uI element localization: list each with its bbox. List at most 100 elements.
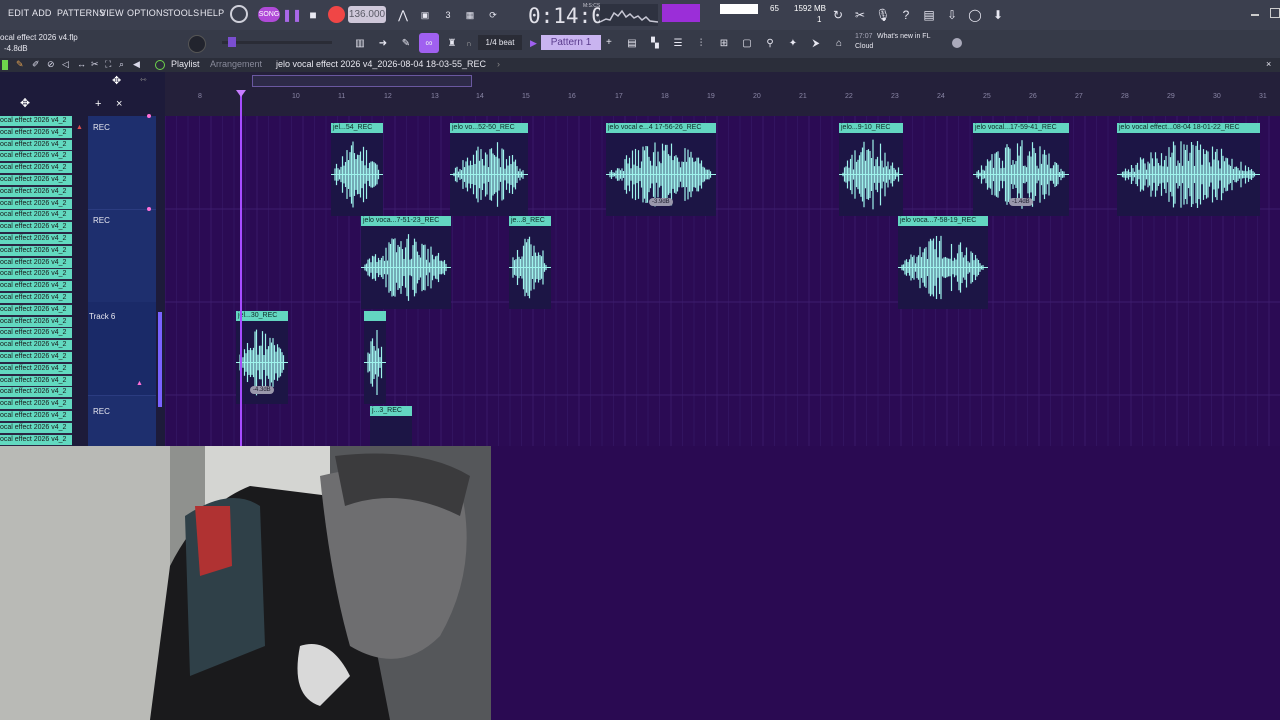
snap-select[interactable]: 1/4 beat bbox=[478, 35, 522, 50]
audio-clip-label[interactable]: jelo...9-10_REC bbox=[839, 123, 903, 133]
keyboard-icon[interactable]: ▥ bbox=[350, 33, 370, 53]
paint-tool-icon[interactable]: ✐ bbox=[32, 59, 40, 70]
audio-clip-label[interactable]: j...3_REC bbox=[370, 406, 412, 416]
channel-item[interactable]: ocal effect 2026 v4_2 bbox=[0, 328, 72, 340]
news-arrow-icon[interactable] bbox=[952, 38, 962, 48]
stamp-icon[interactable]: ♜ bbox=[442, 33, 462, 53]
channel-item[interactable]: ocal effect 2026 v4_2 bbox=[0, 281, 72, 293]
menu-help[interactable]: HELP bbox=[200, 8, 224, 18]
clip-gain-badge[interactable]: -4.3dB bbox=[250, 386, 274, 394]
add-track-icon[interactable]: + bbox=[95, 98, 101, 110]
playlist-chevron-icon[interactable]: › bbox=[497, 59, 500, 69]
mixer-icon[interactable]: ⫶ bbox=[691, 33, 711, 53]
audio-clip-label[interactable]: jelo vocal...17-59-41_REC bbox=[973, 123, 1069, 133]
track-header[interactable]: REC bbox=[88, 207, 156, 303]
channel-item[interactable]: ocal effect 2026 v4_2 bbox=[0, 151, 72, 163]
download-icon[interactable]: ⬇ bbox=[988, 5, 1008, 25]
scroll-arrows-icon[interactable]: ✥ bbox=[112, 74, 121, 87]
clip-gain-badge[interactable]: -3.9dB bbox=[649, 198, 673, 206]
slice-tool-icon[interactable]: ✂ bbox=[91, 59, 99, 70]
audio-clip[interactable]: jel...54_REC bbox=[331, 123, 383, 216]
record-icon[interactable] bbox=[328, 6, 345, 23]
pattern-select[interactable]: Pattern 1 bbox=[541, 35, 601, 50]
audio-clip-label[interactable]: jel...30_REC bbox=[236, 311, 288, 321]
audio-clip[interactable]: jelo vocal e...4 17-56-26_REC -3.9dB bbox=[606, 123, 716, 216]
maximize-icon[interactable] bbox=[1270, 8, 1280, 18]
channel-item[interactable]: ocal effect 2026 v4_2 bbox=[0, 422, 72, 434]
main-volume-knob[interactable] bbox=[188, 35, 206, 53]
audio-clip-label[interactable]: je...8_REC bbox=[509, 216, 551, 226]
microphone-icon[interactable]: 🎙 bbox=[873, 5, 893, 25]
channel-item[interactable]: ocal effect 2026 v4_2 bbox=[0, 399, 72, 411]
menu-tools[interactable]: TOOLS bbox=[168, 8, 199, 18]
minimize-icon[interactable] bbox=[1251, 14, 1259, 16]
pause-icon[interactable]: ❚❚ bbox=[282, 5, 302, 25]
export-icon[interactable]: ⇩ bbox=[942, 5, 962, 25]
channel-item[interactable]: ocal effect 2026 v4_2 bbox=[0, 222, 72, 234]
channel-item[interactable]: ocal effect 2026 v4_2 bbox=[0, 186, 72, 198]
magnet-icon[interactable]: ∩ bbox=[466, 39, 472, 48]
track-header[interactable]: Track 6 ▲ bbox=[88, 302, 162, 407]
arrow-icon[interactable]: ➜ bbox=[373, 33, 393, 53]
browser-icon[interactable]: ⊞ bbox=[714, 33, 734, 53]
playback-tool-icon[interactable]: ◀ bbox=[133, 59, 140, 70]
menu-add[interactable]: ADD bbox=[32, 8, 52, 18]
track-header[interactable]: REC bbox=[88, 114, 156, 210]
audio-clip[interactable] bbox=[364, 311, 386, 404]
link-icon[interactable]: ∞ bbox=[419, 33, 439, 53]
wait-record-icon[interactable]: ▣ bbox=[415, 5, 435, 25]
scissors-icon[interactable]: ✂ bbox=[850, 5, 870, 25]
audio-clip[interactable]: jelo vocal effect...08-04 18-01-22_REC bbox=[1117, 123, 1260, 216]
channel-item[interactable]: ocal effect 2026 v4_2 bbox=[0, 293, 72, 304]
channel-item[interactable]: ocal effect 2026 v4_2 bbox=[0, 304, 72, 316]
audio-clip[interactable]: jel...30_REC -4.3dB bbox=[236, 311, 288, 404]
channel-item[interactable]: ocal effect 2026 v4_2 bbox=[0, 245, 72, 257]
channel-item[interactable]: ocal effect 2026 v4_2 bbox=[0, 363, 72, 375]
audio-clip[interactable]: jelo voca...7-51-23_REC bbox=[361, 216, 451, 309]
slip-tool-icon[interactable]: ↔ bbox=[77, 59, 86, 69]
channel-item[interactable]: ocal effect 2026 v4_2 bbox=[0, 163, 72, 175]
playhead-marker-icon[interactable] bbox=[236, 90, 246, 97]
track-header[interactable]: REC bbox=[88, 395, 156, 446]
remove-track-icon[interactable]: × bbox=[116, 98, 122, 110]
countdown-icon[interactable]: 3 bbox=[438, 5, 458, 25]
select-tool-icon[interactable]: ⛶ bbox=[105, 59, 111, 70]
timeline-ruler[interactable]: 8 10 11 12 13 14 15 16 17 18 19 20 21 22 23 24 25 26 27 28 2… bbox=[165, 72, 1280, 116]
menu-view[interactable]: VIEW bbox=[100, 8, 124, 18]
chat-icon[interactable]: ◯ bbox=[965, 5, 985, 25]
pitch-slider-handle[interactable] bbox=[228, 37, 236, 47]
channel-item[interactable]: ocal effect 2026 v4_2 bbox=[0, 198, 72, 210]
channel-item[interactable]: ocal effect 2026 v4_2 bbox=[0, 387, 72, 399]
channel-item[interactable]: ocal effect 2026 v4_2 bbox=[0, 127, 72, 139]
zoom-tool-icon[interactable]: ⌕ bbox=[119, 59, 124, 70]
menu-options[interactable]: OPTIONS bbox=[127, 8, 169, 18]
channel-item[interactable]: ocal effect 2026 v4_2 bbox=[0, 411, 72, 422]
news-title[interactable]: What's new in FL bbox=[877, 33, 930, 40]
audio-clip[interactable]: jelo vo...52-50_REC bbox=[450, 123, 528, 216]
pitch-slider[interactable] bbox=[222, 41, 332, 44]
audio-clip-label[interactable]: jelo voca...7-51-23_REC bbox=[361, 216, 451, 226]
track-mute-led[interactable] bbox=[147, 207, 151, 211]
fx-icon[interactable]: ⮞ bbox=[806, 33, 826, 53]
step-edit-icon[interactable]: ▦ bbox=[460, 5, 480, 25]
pattern-play-icon[interactable]: ▶ bbox=[530, 38, 537, 49]
stretch-icon[interactable]: ⇿ bbox=[140, 75, 147, 84]
audio-clip-label[interactable] bbox=[364, 311, 386, 321]
audio-clip[interactable]: j...3_REC bbox=[370, 406, 412, 446]
save-icon[interactable]: ▤ bbox=[919, 5, 939, 25]
channel-item[interactable]: ocal effect 2026 v4_2 bbox=[0, 352, 72, 363]
piano-roll-icon[interactable]: ▚ bbox=[645, 33, 665, 53]
audio-clip-label[interactable]: jelo vocal effect...08-04 18-01-22_REC bbox=[1117, 123, 1260, 133]
audio-clip[interactable]: jelo vocal...17-59-41_REC -1.4dB bbox=[973, 123, 1069, 216]
menu-patterns[interactable]: PATTERNS bbox=[57, 8, 105, 18]
channel-item[interactable]: ocal effect 2026 v4_2 bbox=[0, 257, 72, 269]
audio-clip-label[interactable]: jel...54_REC bbox=[331, 123, 383, 133]
clipboard-icon[interactable]: ▢ bbox=[737, 33, 757, 53]
song-mode-toggle[interactable]: SONG bbox=[258, 7, 280, 22]
metronome-icon[interactable]: ⋀ bbox=[393, 5, 413, 25]
add-pattern-icon[interactable]: + bbox=[606, 37, 612, 48]
channel-item[interactable]: ocal effect 2026 v4_2 bbox=[0, 269, 72, 281]
scroll-up-icon[interactable]: ▲ bbox=[76, 124, 83, 131]
playlist-grid[interactable]: jel...54_REC jelo vo...52-50_REC jelo voca… bbox=[165, 116, 1280, 446]
draw-tool-icon[interactable]: ✎ bbox=[16, 59, 24, 70]
